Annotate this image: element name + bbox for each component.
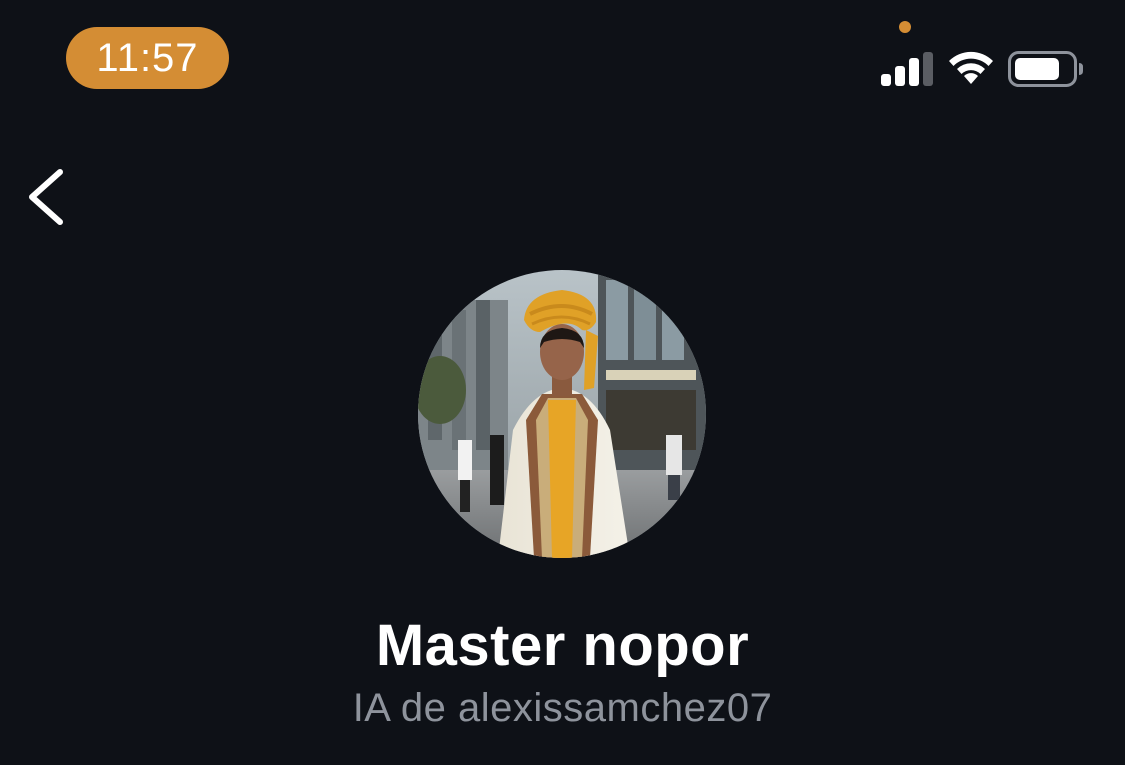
avatar[interactable]	[418, 270, 706, 558]
chevron-left-icon	[29, 169, 63, 225]
status-time: 11:57	[96, 35, 199, 80]
profile-name: Master nopor	[375, 613, 750, 678]
back-button[interactable]	[20, 164, 76, 230]
profile-screen: 11:57 Master nopor IA de alexissamchez07	[0, 0, 1125, 765]
cellular-signal-icon	[881, 52, 933, 86]
status-time-pill[interactable]: 11:57	[66, 27, 229, 89]
privacy-indicator-dot	[899, 21, 911, 33]
wifi-icon	[949, 51, 993, 84]
avatar-photo	[418, 270, 706, 558]
profile-subtitle: IA de alexissamchez07	[352, 686, 773, 730]
battery-icon	[1008, 51, 1083, 87]
